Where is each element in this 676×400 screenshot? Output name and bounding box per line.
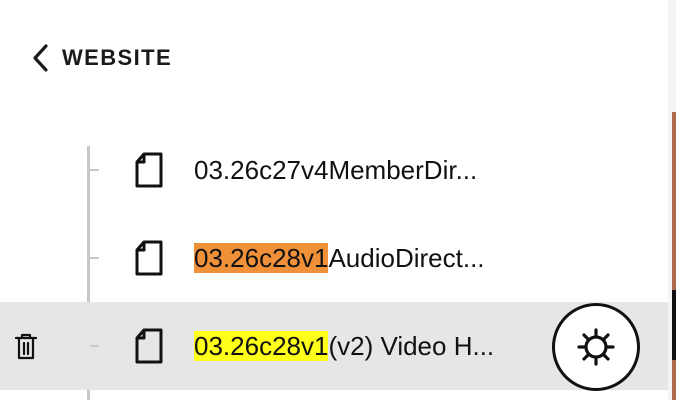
- search-highlight: 03.26c28v1: [194, 331, 329, 361]
- page-title-text: AudioDirect...: [328, 243, 485, 273]
- page-title: 03.26c27v4MemberDir...: [194, 152, 477, 188]
- page-title: 03.26c28v1(v2) Video H...: [194, 328, 494, 364]
- preview-strip-dark: [672, 290, 676, 360]
- page-title-text: (v2) Video H...: [328, 331, 495, 361]
- gear-icon: [577, 328, 615, 366]
- page-icon: [135, 240, 163, 276]
- page-icon: [135, 152, 163, 188]
- page-icon: [135, 328, 163, 364]
- page-navigation-panel: WEBSITE 03.26c27v4MemberDir... 03.26c28v…: [0, 0, 668, 400]
- adjacent-preview-edge: [668, 0, 676, 400]
- page-item-selected[interactable]: 03.26c28v1(v2) Video H...: [0, 302, 668, 391]
- chevron-left-icon: [33, 44, 48, 72]
- page-settings-button[interactable]: [552, 303, 640, 391]
- back-button[interactable]: WEBSITE: [30, 40, 172, 76]
- page-title: 03.26c28v1AudioDirect...: [194, 240, 485, 276]
- trash-icon[interactable]: [13, 333, 39, 361]
- tree-branch-tick: [90, 345, 99, 347]
- back-label: WEBSITE: [62, 45, 173, 70]
- page-title-text: 03.26c27v4MemberDir...: [194, 155, 478, 185]
- tree-branch-tick: [90, 257, 99, 259]
- page-item[interactable]: 03.26c28v1AudioDirect...: [0, 214, 668, 302]
- tree-branch-tick: [90, 169, 99, 171]
- page-item[interactable]: 03.26c27v4MemberDir...: [0, 126, 668, 214]
- search-highlight: 03.26c28v1: [194, 243, 329, 273]
